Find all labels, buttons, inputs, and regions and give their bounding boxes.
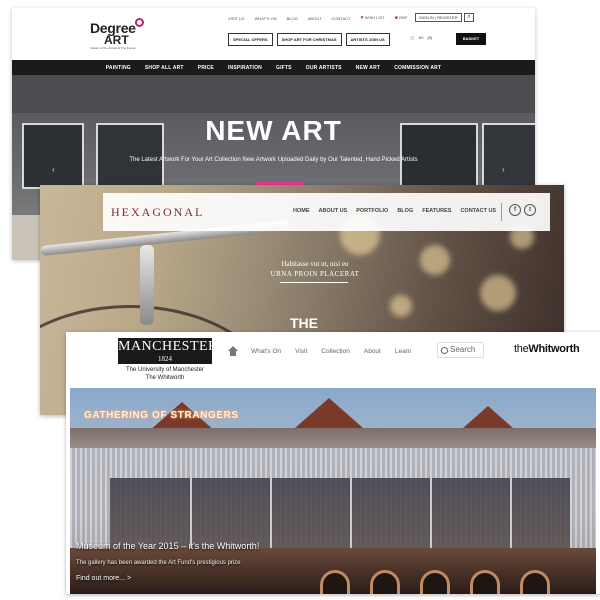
search-icon[interactable]: ⌕ <box>464 13 474 22</box>
nav-home[interactable]: HOME <box>293 208 310 214</box>
university-name: The University of Manchester The Whitwor… <box>125 367 205 381</box>
wish-list-link[interactable]: ♥ WISH LIST <box>361 15 385 21</box>
hero-line2: URNA PROIN PLACERAT <box>270 270 360 278</box>
top-link-about[interactable]: ABOUT <box>308 16 322 21</box>
main-nav: PAINTING SHOP ALL ART PRICE INSPIRATION … <box>12 60 535 75</box>
nav-features[interactable]: FEATURES <box>422 208 451 214</box>
building-band <box>70 428 596 448</box>
top-link-blog[interactable]: BLOG <box>287 16 298 21</box>
hero-line1: Habitasse vut ut, nisi eu <box>281 260 349 268</box>
top-link-contact[interactable]: CONTACT <box>332 16 351 21</box>
top-links: VISIT US WHAT'S ON BLOG ABOUT CONTACT ♥ … <box>228 15 407 21</box>
nav-gifts[interactable]: GIFTS <box>276 65 292 71</box>
logo-line2: ART <box>104 33 129 47</box>
hero-title: NEW ART <box>205 115 342 146</box>
logo-tagline: Instant & The Artists of The Future <box>90 46 136 50</box>
nav-painting[interactable]: PAINTING <box>106 65 131 71</box>
hero-underline <box>280 282 348 283</box>
nav-whats-on[interactable]: What's On <box>251 348 281 355</box>
whitworth-header: MANCHESTER 1824 The University of Manche… <box>66 332 600 388</box>
nav-about-us[interactable]: ABOUT US <box>319 208 348 214</box>
whitworth-nav: What's On Visit Collection About Learn <box>251 348 411 355</box>
heart-icon: ♥ <box>360 15 364 21</box>
whitworth-screenshot: MANCHESTER 1824 The University of Manche… <box>66 332 600 594</box>
nav-shop-all-art[interactable]: SHOP ALL ART <box>145 65 184 71</box>
nav-collection[interactable]: Collection <box>321 348 350 355</box>
whitworth-brand[interactable]: theWhitworth <box>514 343 580 355</box>
pillar <box>510 478 512 548</box>
gallery-wall <box>12 75 535 113</box>
hexagonal-nav-links: HOME ABOUT US PORTFOLIO BLOG FEATURES CO… <box>293 208 496 214</box>
artists-join-button[interactable]: ARTISTS JOIN US <box>345 33 390 46</box>
arch <box>370 570 400 594</box>
carousel-prev-icon[interactable]: ‹ <box>52 165 55 174</box>
pillar <box>430 478 432 548</box>
nav-price[interactable]: PRICE <box>198 65 214 71</box>
arch <box>520 570 550 594</box>
manchester-logo[interactable]: MANCHESTER 1824 <box>118 338 218 364</box>
search-placeholder: Search <box>450 345 476 354</box>
arch <box>320 570 350 594</box>
bike-stem <box>140 245 154 325</box>
neon-sign: GATHERING OF STRANGERS <box>84 410 239 421</box>
pillar <box>190 478 192 548</box>
special-offers-button[interactable]: SPECIAL OFFERS <box>228 33 273 46</box>
logo-circle-icon <box>135 18 144 27</box>
hexagonal-logo[interactable]: HEXAGONAL <box>111 205 204 220</box>
basket-button[interactable]: BASKET <box>456 33 486 45</box>
degree-art-logo[interactable]: Degree ART Instant & The Artists of The … <box>90 18 160 52</box>
nav-divider <box>501 203 502 221</box>
home-icon[interactable] <box>228 346 238 356</box>
collage-stage: Degree ART Instant & The Artists of The … <box>0 0 600 600</box>
nav-new-art[interactable]: NEW ART <box>356 65 381 71</box>
hero-word: THE <box>290 315 318 331</box>
glass-gallery <box>110 478 570 548</box>
search-icon <box>441 346 448 354</box>
find-out-more-link[interactable]: Find out more... > <box>76 575 131 582</box>
shop-christmas-button[interactable]: SHOP ART FOR CHRISTMAS <box>276 33 342 46</box>
nav-learn[interactable]: Learn <box>395 348 412 355</box>
nav-blog[interactable]: BLOG <box>397 208 413 214</box>
logo-main: MANCHESTER <box>118 339 218 354</box>
pillar <box>350 478 352 548</box>
nav-portfolio[interactable]: PORTFOLIO <box>356 208 388 214</box>
nav-our-artists[interactable]: OUR ARTISTS <box>306 65 342 71</box>
bokeh-light <box>390 295 412 317</box>
hero-caption-sub: The gallery has been awarded the Art Fun… <box>76 560 241 566</box>
search-input[interactable]: Search <box>437 342 484 358</box>
nav-inspiration[interactable]: INSPIRATION <box>228 65 262 71</box>
pillar <box>270 478 272 548</box>
arch <box>470 570 500 594</box>
top-link-visit[interactable]: VISIT US <box>228 16 245 21</box>
top-link-whats-on[interactable]: WHAT'S ON <box>255 16 277 21</box>
nav-contact-us[interactable]: CONTACT US <box>460 208 496 214</box>
nav-commission-art[interactable]: COMMISSION ART <box>394 65 441 71</box>
bokeh-light <box>480 275 516 311</box>
nav-visit[interactable]: Visit <box>295 348 307 355</box>
cart-icon: 🛒 <box>410 35 415 40</box>
logo-year: 1824 <box>158 355 172 363</box>
bokeh-light <box>420 245 450 275</box>
cart-amount: £0 <box>418 35 424 40</box>
cart-summary[interactable]: 🛒 £0 (0) <box>410 35 432 40</box>
hexagonal-nav-bar: HEXAGONAL HOME ABOUT US PORTFOLIO BLOG F… <box>103 193 550 231</box>
currency-link[interactable]: ■ GBP <box>395 15 408 21</box>
nav-about[interactable]: About <box>364 348 381 355</box>
header-actions: SPECIAL OFFERS SHOP ART FOR CHRISTMAS AR… <box>228 33 390 46</box>
degree-art-header: Degree ART Instant & The Artists of The … <box>12 8 535 60</box>
hero-subtitle: The Latest Artwork For Your Art Collecti… <box>129 157 418 163</box>
facebook-icon[interactable]: f <box>509 204 521 216</box>
arch <box>420 570 450 594</box>
cart-count: (0) <box>427 35 433 40</box>
whitworth-hero[interactable]: GATHERING OF STRANGERS Museum of the Yea… <box>70 388 596 594</box>
signin-register-link[interactable]: SIGN IN | REGISTER <box>415 13 462 22</box>
carousel-next-icon[interactable]: › <box>502 165 505 174</box>
flag-icon: ■ <box>394 15 398 21</box>
twitter-icon[interactable]: t <box>524 204 536 216</box>
building-roof <box>295 398 363 428</box>
hero-caption: Museum of the Year 2015 – it's the Whitw… <box>76 541 260 551</box>
